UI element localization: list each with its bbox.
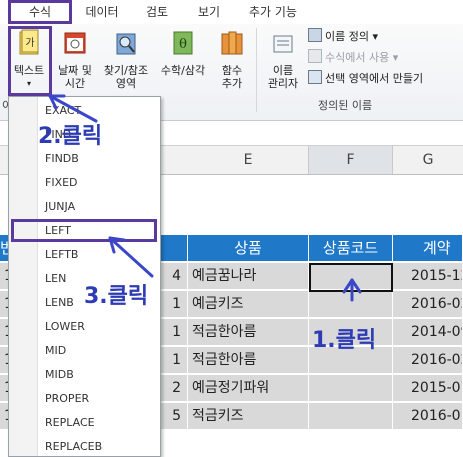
annotation-step2: 2.클릭 [38,124,103,149]
annotation-step1: 1.클릭 [312,328,377,353]
annotation-arrows [48,94,362,302]
annotation-step3: 3.클릭 [84,284,149,309]
arrow-step3 [108,236,154,278]
